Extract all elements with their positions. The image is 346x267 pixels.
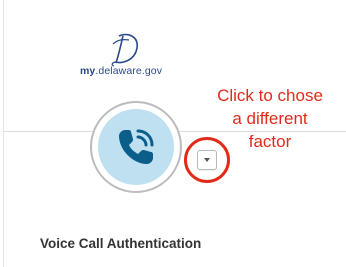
- annotation-line-3: factor: [248, 132, 292, 151]
- factor-avatar: [90, 101, 182, 193]
- logo-wordmark: my.delaware.gov: [80, 65, 200, 77]
- logo-text-domain: .delaware.gov: [95, 65, 163, 77]
- annotation-line-2: a different: [232, 109, 308, 128]
- phone-ringing-icon: [119, 129, 154, 164]
- factor-heading: Voice Call Authentication: [40, 236, 202, 251]
- page-left-border: [3, 0, 4, 267]
- factor-avatar-background: [98, 109, 174, 185]
- logo-text-my: my: [80, 65, 96, 77]
- delaware-monogram-icon: [111, 33, 138, 67]
- mydelaware-logo: my.delaware.gov: [80, 30, 200, 86]
- annotation-callout: Click to chose a different factor: [196, 84, 344, 153]
- annotation-line-1: Click to chose: [217, 86, 323, 105]
